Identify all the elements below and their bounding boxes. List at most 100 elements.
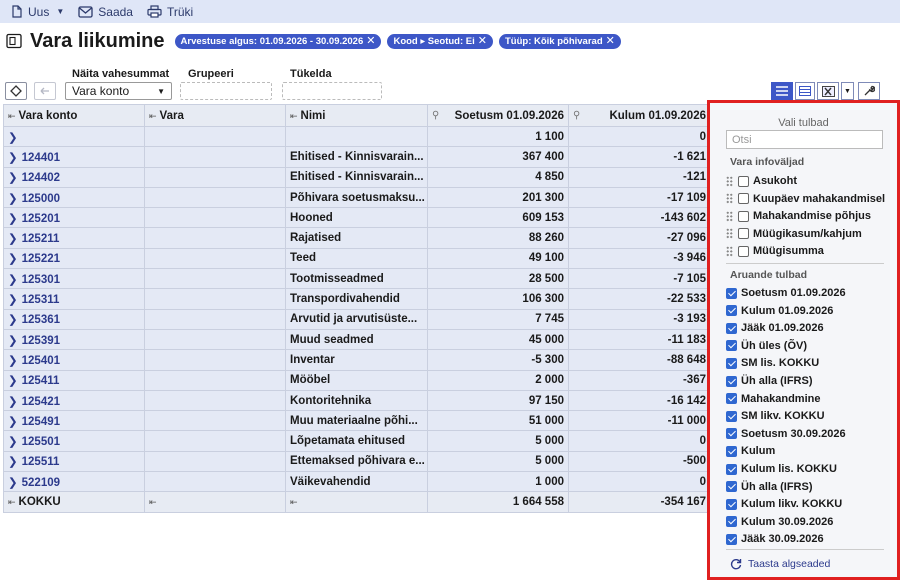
column-option[interactable]: SM likv. KOKKU	[726, 408, 825, 424]
column-header-asset[interactable]: ⇤ Vara	[144, 104, 286, 127]
account-code-cell[interactable]: ❯ 125311	[3, 288, 145, 310]
account-code-cell[interactable]: ❯ 125401	[3, 349, 145, 371]
account-code[interactable]: 125401	[22, 355, 60, 367]
table-row[interactable]: ❯ 125421 Kontoritehnika 97 150 -16 142	[3, 389, 711, 412]
account-code-cell[interactable]: ❯ 125201	[3, 207, 145, 229]
table-row[interactable]: ❯ 125491 Muu materiaalne põhi... 51 000 -11 …	[3, 410, 711, 432]
column-option[interactable]: Soetusm 01.09.2026	[726, 285, 846, 301]
chevron-right-icon[interactable]: ❯	[8, 132, 18, 144]
account-code[interactable]: 125391	[22, 335, 60, 347]
checkbox-checked[interactable]	[726, 305, 737, 317]
column-option[interactable]: Jääk 30.09.2026	[726, 531, 824, 547]
column-option[interactable]: Mahakandmine	[726, 391, 820, 407]
checkbox-checked[interactable]	[726, 428, 737, 440]
table-row[interactable]: ❯ 124402 Ehitised - Kinnisvarain... 4 850 -1…	[3, 166, 711, 188]
column-option[interactable]: Kulum 01.09.2026	[726, 303, 833, 319]
checkbox-checked[interactable]	[726, 340, 737, 352]
account-code[interactable]: 522109	[22, 477, 60, 489]
account-code-cell[interactable]: ❯	[3, 125, 145, 148]
drag-handle-icon[interactable]	[726, 210, 733, 222]
account-code[interactable]: 125000	[22, 193, 60, 205]
checkbox[interactable]	[738, 175, 749, 187]
column-option[interactable]: Kulum lis. KOKKU	[726, 461, 837, 477]
column-option[interactable]: Kulum likv. KOKKU	[726, 496, 842, 512]
account-code[interactable]: 125501	[22, 436, 60, 448]
table-row[interactable]: ❯ 125391 Muud seadmed 45 000 -11 183	[3, 328, 711, 351]
chevron-right-icon[interactable]: ❯	[8, 274, 18, 286]
chevron-right-icon[interactable]: ❯	[8, 436, 18, 448]
checkbox-checked[interactable]	[726, 287, 737, 299]
new-button[interactable]: Uus ▼	[10, 5, 64, 19]
chevron-right-icon[interactable]: ❯	[8, 396, 18, 408]
column-option[interactable]: Kulum	[726, 443, 775, 459]
close-icon[interactable]: ✕	[478, 36, 487, 47]
account-code-cell[interactable]: ❯ 125411	[3, 369, 145, 391]
chevron-right-icon[interactable]: ❯	[8, 335, 18, 347]
account-code-cell[interactable]: ❯ 125491	[3, 410, 145, 432]
table-row[interactable]: ❯ 125361 Arvutid ja arvutisüste... 7 745 -3 …	[3, 308, 711, 330]
excel-button[interactable]	[817, 82, 839, 100]
checkbox[interactable]	[738, 210, 749, 222]
checkbox-checked[interactable]	[726, 498, 737, 510]
account-code[interactable]: 125411	[22, 375, 60, 387]
group-field[interactable]	[180, 82, 272, 100]
column-option[interactable]: Asukoht	[726, 173, 797, 189]
table-row[interactable]: ❯ 522109 Väikevahendid 1 000 0	[3, 471, 711, 493]
account-code[interactable]: 125491	[22, 416, 60, 428]
column-header-depreciation[interactable]: ⚲ Kulum 01.09.2026	[568, 104, 711, 127]
excel-dropdown-button[interactable]: ▼	[841, 82, 854, 100]
checkbox[interactable]	[738, 245, 749, 257]
drag-handle-icon[interactable]	[726, 228, 733, 240]
list-view-button[interactable]	[771, 82, 793, 100]
column-option[interactable]: SM lis. KOKKU	[726, 355, 819, 371]
expand-button[interactable]	[5, 82, 27, 100]
table-row[interactable]: ❯ 125000 Põhivara soetusmaksu... 201 300 -17…	[3, 186, 711, 209]
account-code[interactable]: 125511	[22, 456, 60, 468]
chevron-right-icon[interactable]: ❯	[8, 172, 18, 184]
column-search-input[interactable]: Otsi	[726, 130, 883, 149]
account-code-cell[interactable]: ❯ 125000	[3, 186, 145, 209]
account-code-cell[interactable]: ❯ 125301	[3, 268, 145, 290]
close-icon[interactable]: ✕	[606, 36, 615, 47]
filter-chip-period[interactable]: Arvestuse algus: 01.09.2026 - 30.09.2026…	[174, 33, 382, 49]
column-option[interactable]: Kulum 30.09.2026	[726, 514, 833, 530]
account-code-cell[interactable]: ❯ 522109	[3, 471, 145, 493]
filter-chip-type[interactable]: Tüüp: Kõik põhivarad ✕	[498, 33, 621, 49]
account-code[interactable]: 125311	[22, 294, 60, 306]
print-button[interactable]: Trüki	[147, 5, 193, 19]
column-option[interactable]: Jääk 01.09.2026	[726, 320, 824, 336]
table-row[interactable]: ❯ 125411 Mööbel 2 000 -367	[3, 369, 711, 391]
checkbox-checked[interactable]	[726, 516, 737, 528]
account-code-cell[interactable]: ❯ 125361	[3, 308, 145, 330]
checkbox[interactable]	[738, 228, 749, 240]
column-option[interactable]: Mahakandmise põhjus	[726, 208, 871, 224]
collapse-button[interactable]	[34, 82, 56, 100]
chevron-right-icon[interactable]: ❯	[8, 233, 18, 245]
account-code-cell[interactable]: ❯ 124401	[3, 146, 145, 168]
checkbox-checked[interactable]	[726, 322, 737, 334]
checkbox-checked[interactable]	[726, 375, 737, 387]
checkbox-checked[interactable]	[726, 481, 737, 493]
drag-handle-icon[interactable]	[726, 175, 733, 187]
column-option[interactable]: Üh alla (IFRS)	[726, 373, 813, 389]
column-option[interactable]: Müügisumma	[726, 243, 824, 259]
account-code[interactable]: 125421	[22, 396, 60, 408]
checkbox-checked[interactable]	[726, 533, 737, 545]
chevron-right-icon[interactable]: ❯	[8, 294, 18, 306]
account-code-cell[interactable]: ❯ 125211	[3, 227, 145, 249]
column-option[interactable]: Üh üles (ÕV)	[726, 338, 807, 354]
reset-defaults-button[interactable]: Taasta algseaded	[730, 558, 830, 570]
table-row[interactable]: ❯ 124401 Ehitised - Kinnisvarain... 367 400…	[3, 146, 711, 168]
checkbox-checked[interactable]	[726, 463, 737, 475]
account-code[interactable]: 125211	[22, 233, 60, 245]
chevron-right-icon[interactable]: ❯	[8, 477, 18, 489]
chevron-right-icon[interactable]: ❯	[8, 193, 18, 205]
column-header-acquisition[interactable]: ⚲ Soetusm 01.09.2026	[427, 104, 569, 127]
table-row[interactable]: ❯ 125201 Hooned 609 153 -143 602	[3, 207, 711, 229]
drag-handle-icon[interactable]	[726, 245, 733, 257]
send-button[interactable]: Saada	[78, 5, 133, 19]
split-field[interactable]	[282, 82, 382, 100]
checkbox-checked[interactable]	[726, 410, 737, 422]
drag-handle-icon[interactable]	[726, 193, 733, 205]
account-code[interactable]: 125201	[22, 213, 60, 225]
